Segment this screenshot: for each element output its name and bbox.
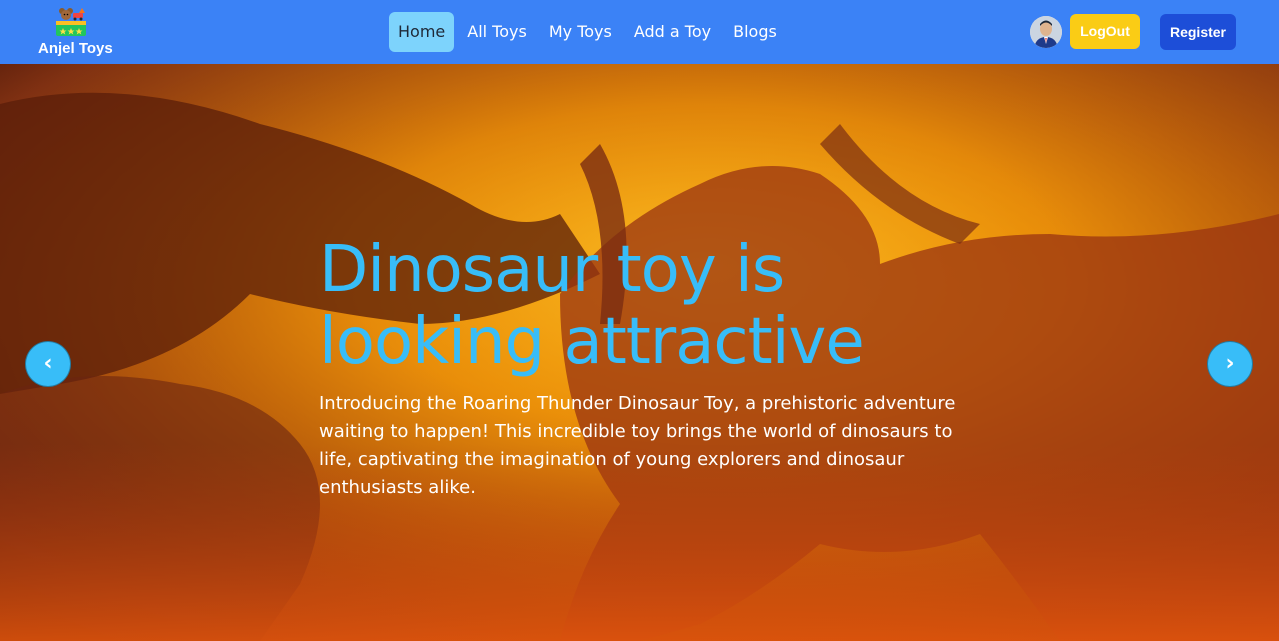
- user-avatar-icon: [1030, 16, 1062, 48]
- hero-carousel: Dinosaur toy is looking attractive Intro…: [0, 64, 1279, 641]
- nav-item-my-toys[interactable]: My Toys: [540, 12, 621, 52]
- carousel-next-button[interactable]: ›: [1207, 341, 1253, 387]
- nav-links: Home All Toys My Toys Add a Toy Blogs: [389, 12, 790, 52]
- brand-name: Anjel Toys: [38, 40, 113, 57]
- logout-button[interactable]: LogOut: [1070, 14, 1140, 49]
- nav-item-home[interactable]: Home: [389, 12, 455, 52]
- chevron-left-icon: ‹: [43, 351, 53, 376]
- hero-title: Dinosaur toy is looking attractive: [319, 233, 865, 379]
- nav-item-blogs[interactable]: Blogs: [724, 12, 786, 52]
- user-avatar[interactable]: [1030, 16, 1062, 48]
- brand[interactable]: Anjel Toys: [38, 4, 118, 60]
- register-button[interactable]: Register: [1160, 14, 1236, 50]
- navbar: Anjel Toys Home All Toys My Toys Add a T…: [0, 0, 1279, 64]
- hero-description: Introducing the Roaring Thunder Dinosaur…: [319, 393, 956, 498]
- nav-item-add-a-toy[interactable]: Add a Toy: [625, 12, 720, 52]
- toy-box-logo-icon: [56, 8, 86, 36]
- carousel-prev-button[interactable]: ‹: [25, 341, 71, 387]
- nav-item-all-toys[interactable]: All Toys: [458, 12, 536, 52]
- chevron-right-icon: ›: [1225, 351, 1235, 376]
